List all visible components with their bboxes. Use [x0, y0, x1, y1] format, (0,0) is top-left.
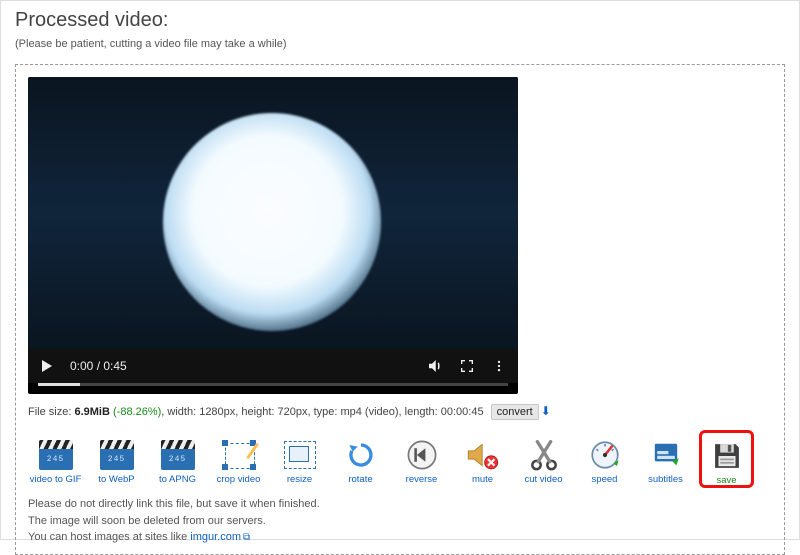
progress-played [38, 383, 80, 386]
filesize-pct: (-88.26%) [110, 406, 161, 418]
tool-label: to APNG [159, 475, 196, 485]
tool-resize[interactable]: resize [272, 430, 327, 488]
volume-button[interactable] [426, 357, 444, 375]
mute-icon [465, 439, 501, 471]
video-content-moon [163, 113, 381, 331]
tool-to-apng[interactable]: 245 to APNG [150, 430, 205, 488]
tool-rotate[interactable]: rotate [333, 430, 388, 488]
tool-mute[interactable]: mute [455, 430, 510, 488]
tool-label: save [716, 476, 736, 486]
external-link-icon: ⧉ [243, 532, 250, 543]
tool-video-to-gif[interactable]: 245 video to GIF [28, 430, 83, 488]
video-controls: 0:00 / 0:45 [28, 349, 518, 383]
tool-label: crop video [217, 475, 261, 485]
rotate-icon [344, 440, 378, 470]
tool-speed[interactable]: speed [577, 430, 632, 488]
file-meta: File size: 6.9MiB (-88.26%), width: 1280… [28, 404, 772, 420]
reverse-icon [405, 438, 439, 472]
video-player[interactable]: 0:00 / 0:45 [28, 77, 518, 394]
footer-notes: Please do not directly link this file, b… [28, 496, 772, 546]
fullscreen-button[interactable] [458, 357, 476, 375]
imgur-link[interactable]: imgur.com [190, 531, 241, 543]
volume-icon [426, 357, 444, 375]
note-prefix: You can host images at sites like [28, 531, 190, 543]
download-icon[interactable]: ⬇ [541, 404, 551, 418]
convert-button[interactable]: convert [491, 404, 539, 420]
tool-label: reverse [406, 475, 438, 485]
meta-rest: , width: 1280px, height: 720px, type: mp… [161, 406, 483, 418]
tool-subtitles[interactable]: subtitles [638, 430, 693, 488]
fullscreen-icon [459, 358, 475, 374]
more-icon [492, 358, 506, 374]
crop-icon [222, 440, 256, 470]
tool-label: resize [287, 475, 312, 485]
more-button[interactable] [490, 357, 508, 375]
scissors-icon [529, 438, 559, 472]
tool-label: video to GIF [30, 475, 82, 485]
tool-save[interactable]: save [699, 430, 754, 488]
tool-cut-video[interactable]: cut video [516, 430, 571, 488]
tool-label: mute [472, 475, 493, 485]
note-line-3: You can host images at sites like imgur.… [28, 529, 772, 546]
page-subtitle: (Please be patient, cutting a video file… [15, 38, 785, 50]
tool-label: to WebP [98, 475, 134, 485]
tool-to-webp[interactable]: 245 to WebP [89, 430, 144, 488]
tool-crop-video[interactable]: crop video [211, 430, 266, 488]
clapper-icon: 245 [100, 440, 134, 470]
resize-icon [284, 441, 316, 469]
progress-bar[interactable] [38, 383, 508, 386]
floppy-save-icon [710, 439, 744, 473]
play-icon [42, 360, 52, 372]
speed-icon [588, 438, 622, 472]
page-title: Processed video: [15, 9, 785, 32]
note-line-2: The image will soon be deleted from our … [28, 513, 772, 530]
filesize-label: File size: [28, 406, 74, 418]
note-line-1: Please do not directly link this file, b… [28, 496, 772, 513]
play-button[interactable] [38, 357, 56, 375]
subtitles-icon [650, 439, 682, 471]
video-canvas[interactable] [28, 77, 518, 349]
time-display: 0:00 / 0:45 [70, 359, 127, 373]
tool-label: speed [592, 475, 618, 485]
tool-label: subtitles [648, 475, 683, 485]
tool-label: rotate [348, 475, 372, 485]
tool-reverse[interactable]: reverse [394, 430, 449, 488]
filesize-value: 6.9MiB [74, 406, 109, 418]
result-panel: 0:00 / 0:45 File size: 6.9MiB (-88.26%),… [15, 64, 785, 555]
tool-row: 245 video to GIF 245 to WebP 245 to APNG… [28, 430, 772, 488]
clapper-icon: 245 [161, 440, 195, 470]
clapper-icon: 245 [39, 440, 73, 470]
tool-label: cut video [524, 475, 562, 485]
